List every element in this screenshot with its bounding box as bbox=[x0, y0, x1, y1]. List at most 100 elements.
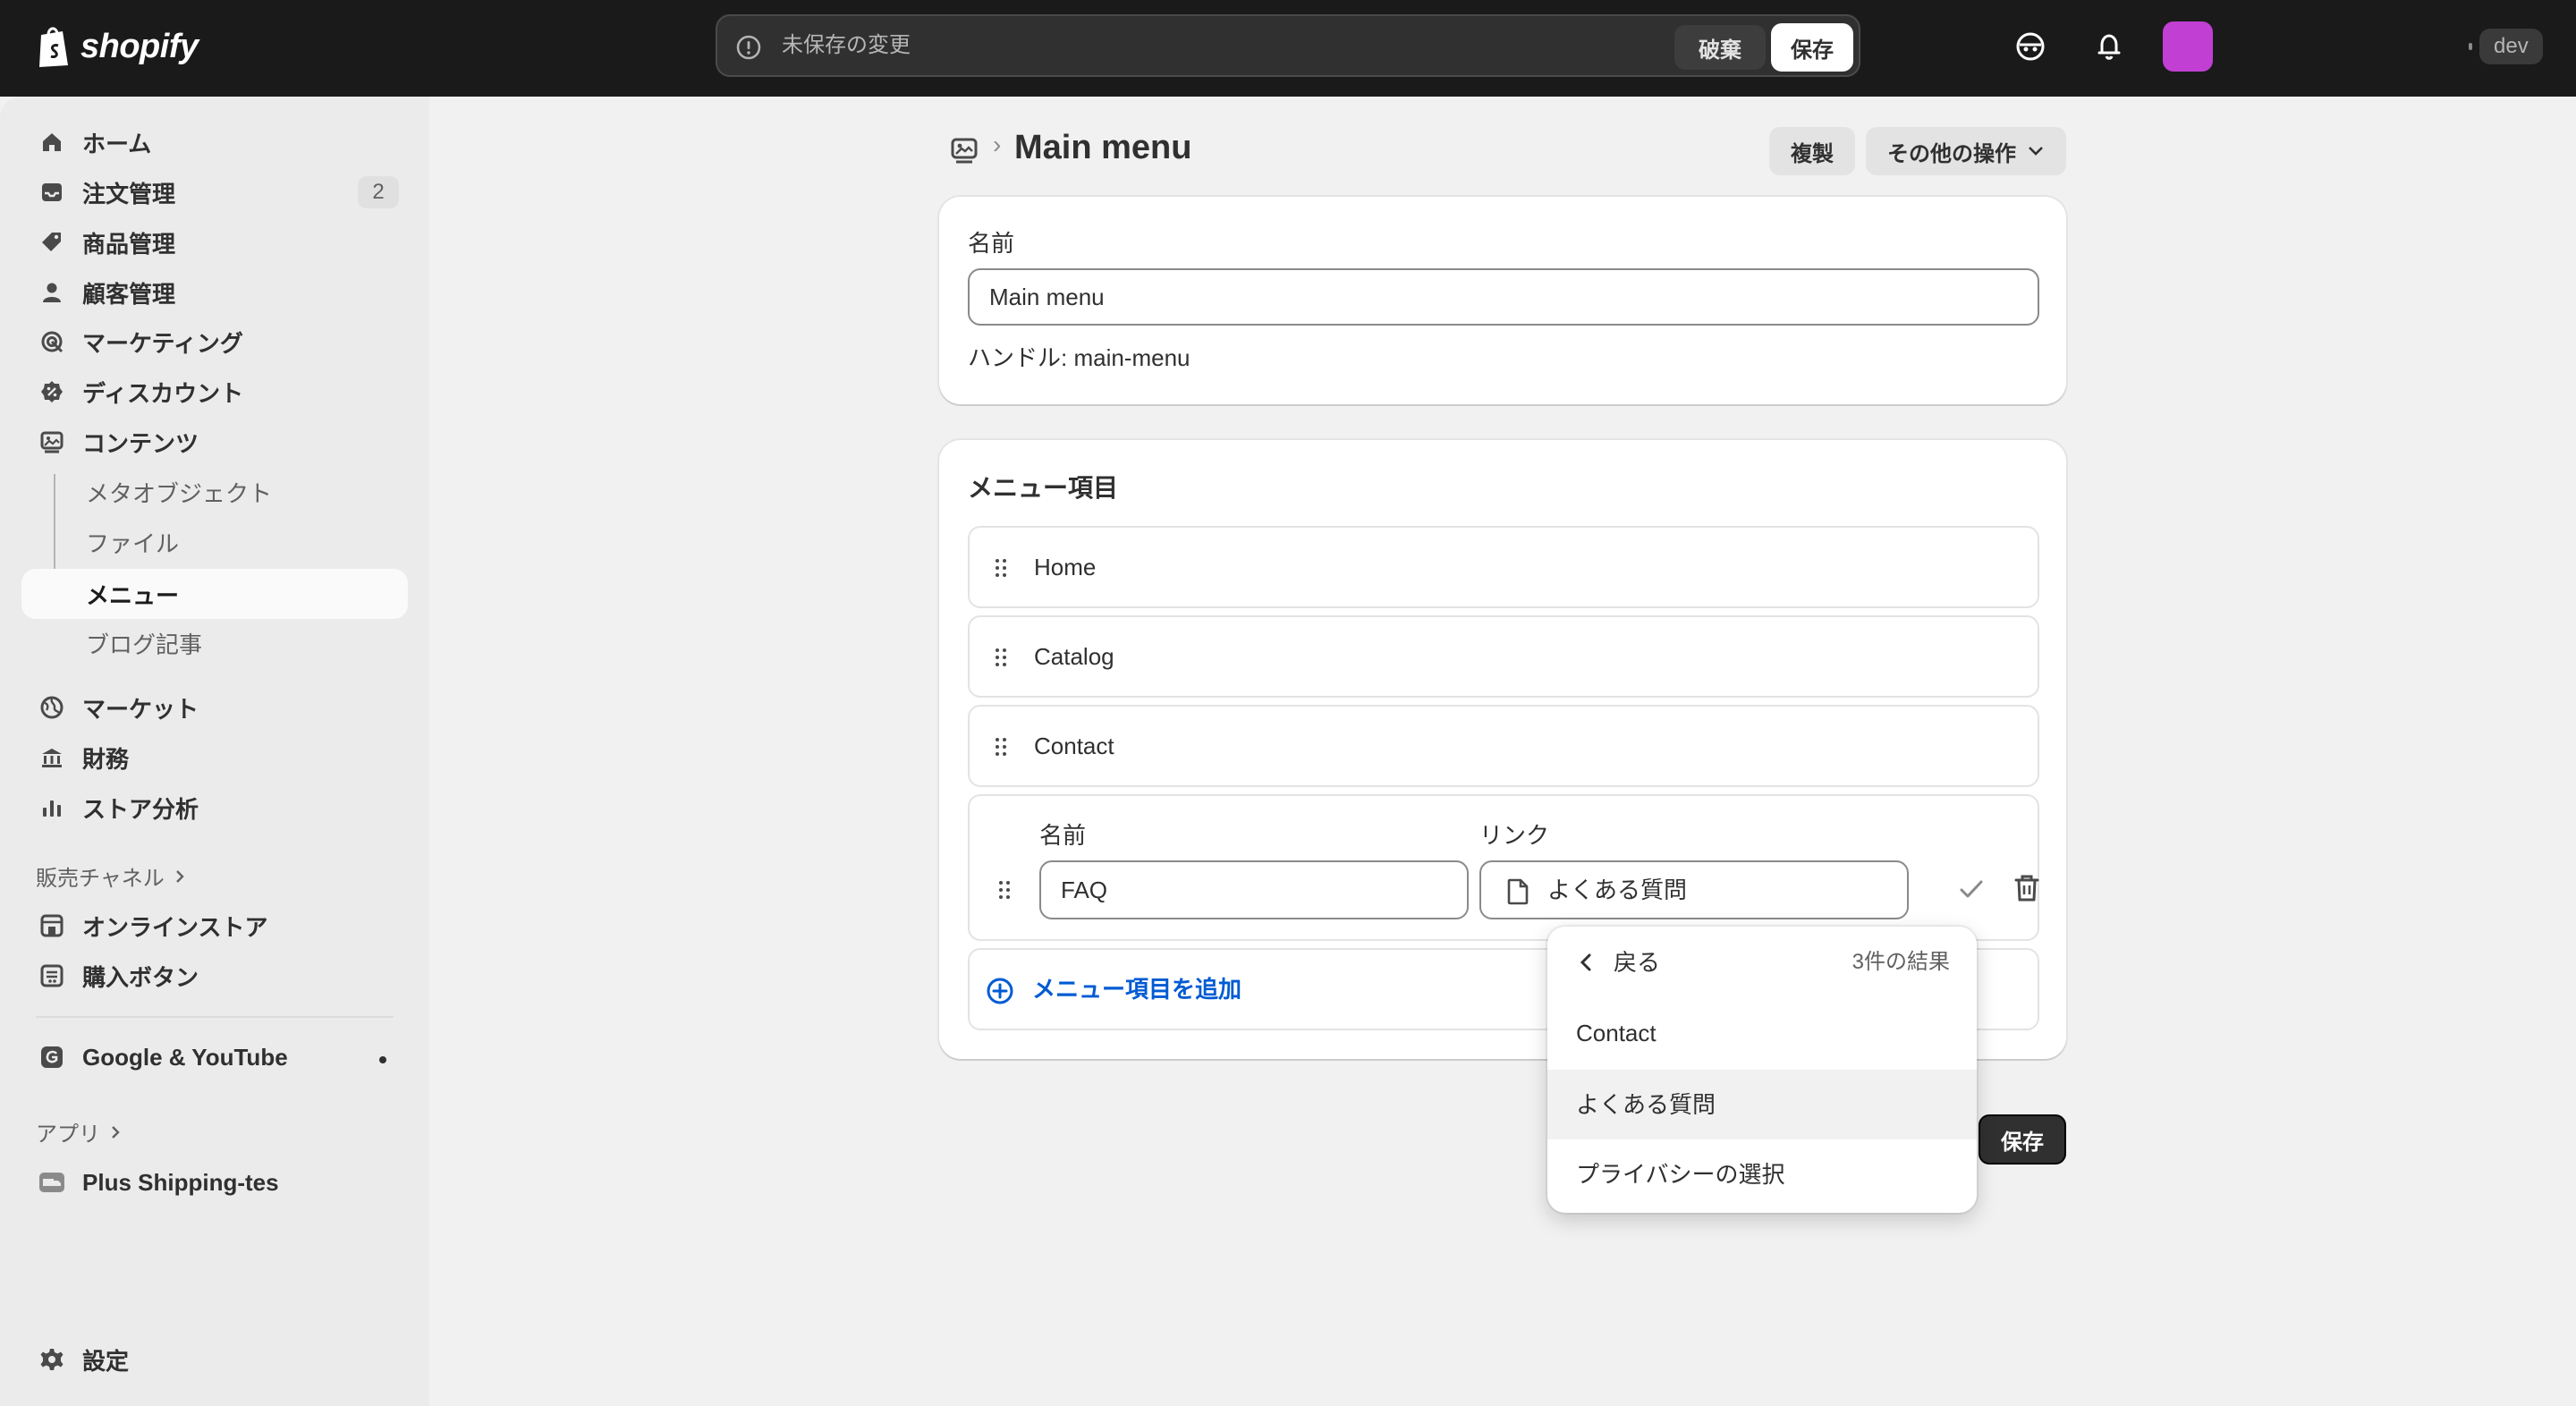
brand-name: shopify bbox=[80, 27, 199, 65]
checkmark-icon[interactable] bbox=[1957, 875, 1986, 903]
sidebar-item-discounts[interactable]: ディスカウント bbox=[21, 367, 408, 417]
bank-icon bbox=[38, 743, 66, 772]
sidebar-item-label: 設定 bbox=[82, 1347, 130, 1375]
sidebar-item-markets[interactable]: マーケット bbox=[21, 682, 408, 733]
page-document-icon bbox=[1507, 878, 1529, 905]
storefront-icon bbox=[38, 911, 66, 940]
sidebar-item-label: ストア分析 bbox=[82, 795, 199, 823]
item-link-label: リンク bbox=[1479, 822, 1550, 849]
sidebar-item-label: 顧客管理 bbox=[82, 280, 176, 308]
sidebar-item-products[interactable]: 商品管理 bbox=[21, 217, 408, 267]
menu-name-input[interactable] bbox=[968, 268, 2039, 326]
sidebar-item-label: コンテンツ bbox=[82, 429, 199, 457]
popover-option[interactable]: プライバシーの選択 bbox=[1547, 1139, 1977, 1209]
page-header: › Main menu 複製 その他の操作 bbox=[939, 125, 2066, 175]
item-link-input[interactable]: よくある質問 bbox=[1479, 860, 1909, 919]
globe-icon bbox=[38, 693, 66, 722]
sidebar-item-content[interactable]: コンテンツ bbox=[21, 417, 408, 467]
name-label: 名前 bbox=[968, 230, 1015, 257]
sidebar-subitem-label: ファイル bbox=[86, 529, 180, 557]
sales-channels-header[interactable]: 販売チャネル bbox=[36, 860, 186, 892]
drag-handle-icon[interactable] bbox=[995, 648, 1007, 667]
store-name-badge[interactable]: dev bbox=[2479, 29, 2543, 64]
sidebar-item-plus-shipping[interactable]: Plus Shipping-tes bbox=[21, 1157, 408, 1207]
sales-channels-label: 販売チャネル bbox=[36, 867, 165, 891]
link-picker-popover: 戻る 3件の結果 Contact よくある質問 プライバシーの選択 bbox=[1547, 927, 1977, 1213]
item-name-label: 名前 bbox=[1039, 822, 1087, 849]
sidebar-item-google-youtube[interactable]: Google & YouTube bbox=[21, 1032, 408, 1082]
sidebar-item-metaobjects[interactable]: メタオブジェクト bbox=[21, 467, 408, 517]
handle-text: ハンドル: main-menu bbox=[968, 344, 1191, 371]
popover-option[interactable]: Contact bbox=[1547, 998, 1977, 1068]
content-icon bbox=[38, 428, 66, 456]
more-actions-button[interactable]: その他の操作 bbox=[1866, 127, 2066, 175]
sidebar-item-customers[interactable]: 顧客管理 bbox=[21, 267, 408, 318]
item-name-input[interactable] bbox=[1039, 860, 1469, 919]
discard-button[interactable]: 破棄 bbox=[1674, 25, 1766, 70]
breadcrumb-chevron-icon: › bbox=[993, 131, 1002, 158]
status-dot bbox=[379, 1056, 386, 1063]
shopify-bag-icon bbox=[39, 27, 68, 67]
sidebar-item-buy-button[interactable]: 購入ボタン bbox=[21, 951, 408, 1001]
menu-item-row[interactable]: Home bbox=[968, 526, 2039, 608]
orders-count-badge: 2 bbox=[358, 176, 399, 208]
item-link-value: よくある質問 bbox=[1547, 877, 1688, 903]
sidebar-item-files[interactable]: ファイル bbox=[21, 517, 408, 567]
unsaved-changes-text: 未保存の変更 bbox=[782, 33, 911, 57]
sidebar-item-label: ディスカウント bbox=[82, 379, 244, 407]
plus-circle-icon bbox=[987, 978, 1013, 1004]
buy-button-icon bbox=[38, 961, 66, 990]
sidebar-item-finance[interactable]: 財務 bbox=[21, 733, 408, 783]
apps-header[interactable]: アプリ bbox=[36, 1116, 122, 1148]
sidebar-item-orders[interactable]: 注文管理 2 bbox=[21, 167, 408, 217]
menu-name-card: 名前 ハンドル: main-menu bbox=[939, 197, 2066, 404]
gear-icon bbox=[38, 1345, 66, 1374]
menu-item-edit-row: 名前 リンク よくある質問 bbox=[968, 794, 2039, 941]
drag-handle-icon[interactable] bbox=[998, 880, 1011, 900]
drag-handle-icon[interactable] bbox=[995, 558, 1007, 578]
trash-icon[interactable] bbox=[2012, 873, 2041, 903]
back-button[interactable]: 戻る bbox=[1614, 927, 1660, 998]
sidebar-item-marketing[interactable]: マーケティング bbox=[21, 317, 408, 367]
sidebar-divider bbox=[36, 1016, 394, 1018]
store-avatar[interactable] bbox=[2163, 21, 2213, 72]
sidebar-item-menus[interactable]: メニュー bbox=[21, 569, 408, 619]
sidebar-item-label: Google & YouTube bbox=[82, 1043, 288, 1071]
tag-icon bbox=[38, 228, 66, 257]
sidebar-item-home[interactable]: ホーム bbox=[21, 117, 408, 167]
bell-icon[interactable] bbox=[2091, 29, 2127, 64]
menu-item-row[interactable]: Catalog bbox=[968, 615, 2039, 698]
menu-item-label: Home bbox=[1034, 554, 1097, 580]
shopify-logo[interactable]: shopify bbox=[36, 23, 199, 70]
sidebar-item-blog-posts[interactable]: ブログ記事 bbox=[21, 618, 408, 668]
top-bar: shopify 未保存の変更 破棄 保存 dev bbox=[0, 0, 2576, 97]
orders-inbox-icon bbox=[38, 178, 66, 207]
duplicate-button[interactable]: 複製 bbox=[1769, 127, 1855, 175]
page-title: Main menu bbox=[1014, 129, 1192, 166]
sidebar-subitem-label: ブログ記事 bbox=[86, 631, 203, 658]
sidebar-item-online-store[interactable]: オンラインストア bbox=[21, 901, 408, 951]
sidebar-subitem-label: メタオブジェクト bbox=[86, 479, 273, 507]
menu-item-label: Contact bbox=[1034, 733, 1114, 759]
sidebar-item-label: マーケット bbox=[82, 695, 199, 723]
sidekick-icon[interactable] bbox=[2012, 29, 2048, 64]
sidebar-item-label: ホーム bbox=[82, 130, 152, 157]
chevron-right-icon bbox=[112, 1125, 120, 1139]
sidebar-item-settings[interactable]: 設定 bbox=[21, 1334, 408, 1385]
chevron-left-icon[interactable] bbox=[1576, 952, 1596, 973]
sidebar-item-label: 商品管理 bbox=[82, 230, 176, 258]
sidebar-item-label: 財務 bbox=[82, 745, 130, 773]
apps-label: アプリ bbox=[36, 1122, 100, 1147]
sidebar-item-label: 購入ボタン bbox=[82, 963, 199, 991]
drag-handle-icon[interactable] bbox=[995, 737, 1007, 757]
save-button-bottom[interactable]: 保存 bbox=[1979, 1114, 2066, 1165]
sidebar-item-label: マーケティング bbox=[82, 329, 243, 357]
sidebar-item-analytics[interactable]: ストア分析 bbox=[21, 783, 408, 833]
menu-item-row[interactable]: Contact bbox=[968, 705, 2039, 787]
more-actions-label: その他の操作 bbox=[1887, 141, 2016, 166]
google-icon bbox=[38, 1043, 66, 1071]
content-icon[interactable] bbox=[950, 136, 979, 165]
chevron-right-icon bbox=[175, 869, 184, 883]
popover-option[interactable]: よくある質問 bbox=[1547, 1070, 1977, 1139]
save-button-top[interactable]: 保存 bbox=[1771, 23, 1853, 72]
